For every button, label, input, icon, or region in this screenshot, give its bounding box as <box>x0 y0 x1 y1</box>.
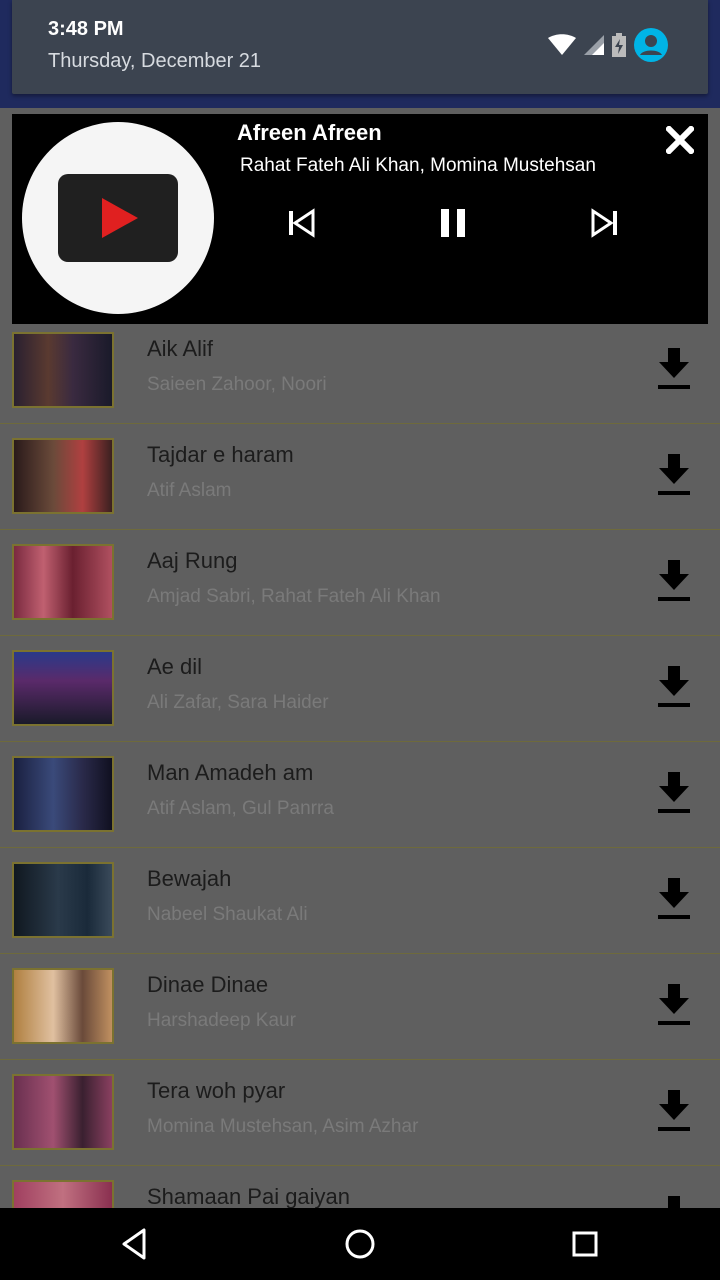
song-artist: Amjad Sabri, Rahat Fateh Ali Khan <box>147 586 441 607</box>
close-icon[interactable] <box>666 126 694 154</box>
download-icon[interactable] <box>656 984 692 1028</box>
download-icon[interactable] <box>656 560 692 604</box>
song-artist: Nabeel Shaukat Ali <box>147 904 308 925</box>
clock: 3:48 PM <box>48 18 124 40</box>
song-title: Ae dil <box>147 654 203 679</box>
list-item[interactable]: Dinae Dinae Harshadeep Kaur <box>0 954 720 1060</box>
song-title: Bewajah <box>147 866 232 891</box>
signal-icon <box>584 35 604 55</box>
song-title: Dinae Dinae <box>147 972 269 997</box>
song-thumbnail <box>12 968 114 1044</box>
song-thumbnail <box>12 438 114 514</box>
account-icon[interactable] <box>634 28 668 62</box>
track-artist: Rahat Fateh Ali Khan, Momina Mustehsan <box>240 155 596 176</box>
download-icon[interactable] <box>656 348 692 392</box>
pause-icon[interactable] <box>438 206 468 240</box>
list-item[interactable]: Aik Alif Saieen Zahoor, Noori <box>0 318 720 424</box>
recents-icon[interactable] <box>567 1226 603 1262</box>
media-notification[interactable]: Afreen Afreen Rahat Fateh Ali Khan, Momi… <box>12 114 708 324</box>
list-item[interactable]: Bewajah Nabeel Shaukat Ali <box>0 848 720 954</box>
song-title: Man Amadeh am <box>147 760 314 785</box>
next-icon[interactable] <box>590 206 620 240</box>
date: Thursday, December 21 <box>48 50 262 72</box>
track-title: Afreen Afreen <box>237 120 382 145</box>
song-artist: Atif Aslam <box>147 480 232 501</box>
list-item[interactable]: Tera woh pyar Momina Mustehsan, Asim Azh… <box>0 1060 720 1166</box>
song-thumbnail <box>12 650 114 726</box>
download-icon[interactable] <box>656 878 692 922</box>
song-artist: Atif Aslam, Gul Panrra <box>147 798 334 819</box>
back-icon[interactable] <box>118 1226 154 1262</box>
song-thumbnail <box>12 544 114 620</box>
download-icon[interactable] <box>656 454 692 498</box>
song-title: Aaj Rung <box>147 548 238 573</box>
list-item[interactable]: Tajdar e haram Atif Aslam <box>0 424 720 530</box>
song-list: Aik Alif Saieen Zahoor, Noori Tajdar e h… <box>0 318 720 1272</box>
song-thumbnail <box>12 332 114 408</box>
youtube-logo-icon <box>58 174 178 262</box>
song-title: Shamaan Pai gaiyan <box>147 1184 351 1209</box>
song-thumbnail <box>12 756 114 832</box>
song-thumbnail <box>12 862 114 938</box>
notification-shade-header: 3:48 PM Thursday, December 21 <box>12 0 708 94</box>
list-item[interactable]: Man Amadeh am Atif Aslam, Gul Panrra <box>0 742 720 848</box>
song-artist: Harshadeep Kaur <box>147 1010 296 1031</box>
song-artist: Momina Mustehsan, Asim Azhar <box>147 1116 419 1137</box>
previous-icon[interactable] <box>286 206 316 240</box>
song-artist: Saieen Zahoor, Noori <box>147 374 327 395</box>
list-item[interactable]: Ae dil Ali Zafar, Sara Haider <box>0 636 720 742</box>
song-thumbnail <box>12 1074 114 1150</box>
battery-charging-icon <box>612 33 626 57</box>
navigation-bar <box>0 1208 720 1280</box>
download-icon[interactable] <box>656 1090 692 1134</box>
home-icon[interactable] <box>342 1226 378 1262</box>
song-artist: Ali Zafar, Sara Haider <box>147 692 329 713</box>
song-title: Tera woh pyar <box>147 1078 286 1103</box>
list-item[interactable]: Aaj Rung Amjad Sabri, Rahat Fateh Ali Kh… <box>0 530 720 636</box>
song-title: Aik Alif <box>147 336 214 361</box>
album-art <box>22 122 214 314</box>
song-title: Tajdar e haram <box>147 442 294 467</box>
status-icons <box>548 28 668 62</box>
download-icon[interactable] <box>656 772 692 816</box>
download-icon[interactable] <box>656 666 692 710</box>
wifi-icon <box>548 34 576 55</box>
